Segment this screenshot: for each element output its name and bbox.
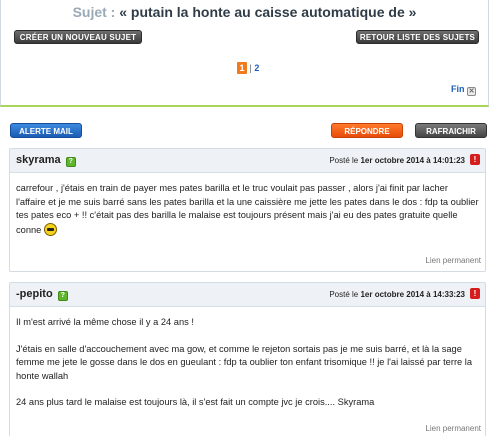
permalink[interactable]: Lien permanent — [425, 424, 481, 433]
close-icon: ✕ — [467, 87, 476, 96]
post-2: -pepito ? Posté le 1er octobre 2014 à 14… — [9, 282, 486, 436]
page-separator: | — [249, 63, 252, 73]
topic-label: Sujet : — [72, 4, 116, 20]
post-date: Posté le 1er octobre 2014 à 14:01:23 — [329, 156, 465, 165]
new-topic-button[interactable]: CRÉER UN NOUVEAU SUJET — [14, 30, 142, 44]
post-paragraph: J'étais en salle d'accouchement avec ma … — [16, 343, 473, 381]
profile-icon[interactable]: ? — [57, 291, 68, 301]
refresh-button[interactable]: RAFRAICHIR — [415, 123, 487, 138]
post-header: -pepito ? Posté le 1er octobre 2014 à 14… — [10, 283, 485, 307]
post-paragraph: Il m'est arrivé la même chose il y a 24 … — [16, 317, 194, 327]
post-text: carrefour , j'étais en train de payer me… — [16, 183, 479, 235]
topic-header-box: Sujet : « putain la honte au caisse auto… — [0, 0, 489, 107]
post-author[interactable]: skyrama ? — [16, 154, 76, 167]
post-paragraph: 24 ans plus tard le malaise est toujours… — [16, 397, 375, 407]
date-value: 1er octobre 2014 à 14:01:23 — [360, 156, 465, 165]
topic-title-text: « putain la honte au caisse automatique … — [119, 4, 417, 20]
alert-mail-button[interactable]: ALERTE MAIL — [10, 123, 82, 138]
post-date: Posté le 1er octobre 2014 à 14:33:23 — [329, 290, 465, 299]
author-name[interactable]: -pepito — [16, 288, 53, 300]
end-link-label: Fin — [450, 84, 465, 94]
post-header: skyrama ? Posté le 1er octobre 2014 à 14… — [10, 149, 485, 173]
end-link[interactable]: Fin ✕ — [451, 84, 476, 96]
report-icon[interactable]: ! — [470, 154, 480, 165]
smiley-icon — [43, 222, 57, 236]
topic-title: Sujet : « putain la honte au caisse auto… — [1, 4, 488, 20]
post-1: skyrama ? Posté le 1er octobre 2014 à 14… — [9, 148, 486, 272]
post-body: Il m'est arrivé la même chose il y a 24 … — [10, 307, 485, 410]
author-name[interactable]: skyrama — [16, 154, 61, 166]
date-prefix: Posté le — [329, 156, 361, 165]
page-current: 1 — [237, 62, 247, 74]
date-value: 1er octobre 2014 à 14:33:23 — [360, 290, 465, 299]
reply-button[interactable]: RÉPONDRE — [331, 123, 403, 138]
profile-icon[interactable]: ? — [65, 157, 76, 167]
back-to-list-button[interactable]: RETOUR LISTE DES SUJETS — [356, 30, 479, 44]
pagination: 1 | 2 — [237, 62, 259, 74]
report-icon[interactable]: ! — [470, 288, 480, 299]
permalink[interactable]: Lien permanent — [425, 256, 481, 265]
post-author[interactable]: -pepito ? — [16, 288, 68, 301]
date-prefix: Posté le — [329, 290, 361, 299]
page-link-2[interactable]: 2 — [254, 63, 259, 73]
post-body: carrefour , j'étais en train de payer me… — [10, 173, 485, 237]
